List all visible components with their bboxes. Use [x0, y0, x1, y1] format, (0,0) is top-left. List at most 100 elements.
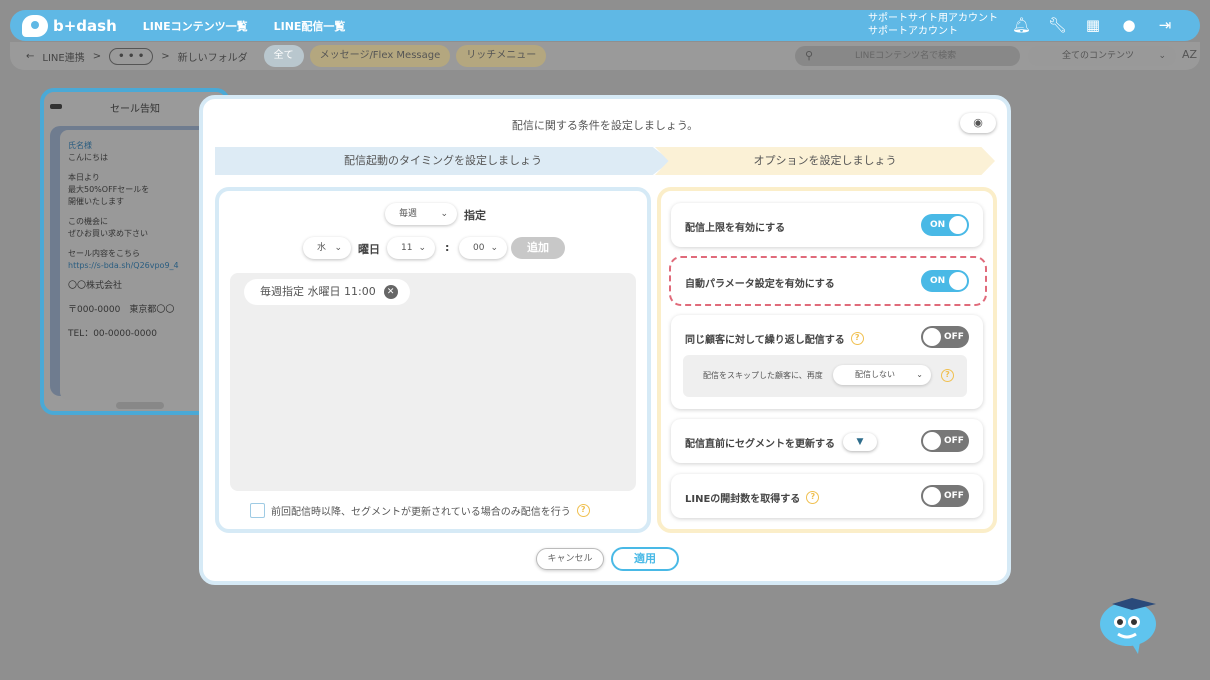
preview-line: 本日より	[68, 173, 100, 182]
chevron-down-icon: ⌄	[440, 209, 448, 219]
option-label: 配信上限を有効にする	[685, 223, 786, 234]
back-arrow-icon[interactable]: ←	[26, 51, 34, 62]
sub-toolbar: ← LINE連携 > • • • > 新しいフォルダ 全て メッセージ/Flex…	[10, 42, 1200, 70]
preview-line: TEL：00-0000-0000	[68, 329, 157, 339]
nav-line-contents[interactable]: LINEコンテンツ一覧	[143, 18, 248, 34]
breadcrumb-separator: >	[92, 50, 102, 62]
hour-value: 11	[401, 243, 413, 253]
chevron-down-icon: ⌄	[418, 243, 426, 253]
mascot-icon[interactable]	[1098, 592, 1160, 654]
tab-rich-menu[interactable]: リッチメニュー	[456, 45, 547, 67]
option-delivery-limit: 配信上限を有効にする ON	[671, 203, 983, 247]
content-filter-value: 全てのコンテンツ	[1062, 51, 1135, 61]
options-panel: 配信上限を有効にする ON 自動パラメータ設定を有効にする ON 同じ顧客に対し…	[657, 187, 997, 533]
segment-updated-checkbox[interactable]	[250, 503, 265, 518]
delivery-limit-toggle[interactable]: ON	[921, 214, 969, 236]
repeat-sub-setting: 配信をスキップした顧客に、再度 配信しない ⌄ ?	[683, 355, 967, 397]
logo-text: b+dash	[53, 16, 117, 35]
search-icon: ⚲	[805, 49, 814, 62]
hour-select[interactable]: 11 ⌄	[387, 237, 435, 259]
segment-updated-label: 前回配信時以降、セグメントが更新されている場合のみ配信を行う	[271, 507, 571, 518]
option-auto-parameter: 自動パラメータ設定を有効にする ON	[671, 260, 983, 302]
tab-message-flex[interactable]: メッセージ/Flex Message	[309, 45, 451, 67]
logout-icon[interactable]: ⇥	[1156, 16, 1174, 34]
option-repeat-delivery: 同じ顧客に対して繰り返し配信する ? OFF 配信をスキップした顧客に、再度 配…	[671, 315, 983, 409]
step-timing: 配信起動のタイミングを設定しましょう	[215, 147, 671, 175]
open-count-toggle[interactable]: OFF	[921, 485, 969, 507]
refresh-segment-toggle[interactable]: OFF	[921, 430, 969, 452]
preview-line: セール内容をこちら	[68, 249, 140, 258]
tab-all[interactable]: 全て	[263, 45, 304, 67]
frequency-select[interactable]: 毎週 ⌄	[385, 203, 457, 225]
breadcrumb: ← LINE連携 > • • • > 新しいフォルダ	[26, 47, 248, 65]
auto-parameter-toggle[interactable]: ON	[921, 270, 969, 292]
sort-az-button[interactable]: AZ	[1182, 48, 1197, 61]
repeat-delivery-toggle[interactable]: OFF	[921, 326, 969, 348]
frequency-value: 毎週	[399, 209, 418, 219]
redeliver-select[interactable]: 配信しない ⌄	[833, 365, 931, 385]
help-icon[interactable]: ?	[850, 332, 864, 345]
segment-updated-condition[interactable]: 前回配信時以降、セグメントが更新されている場合のみ配信を行う ?	[250, 503, 590, 518]
card-scroll-handle	[116, 402, 164, 409]
card-preview-bubble: 氏名様 こんにちは 本日より 最大50%OFFセールを 開催いたします この機会…	[60, 130, 218, 400]
chevron-down-icon: ⌄	[1158, 51, 1166, 61]
preview-line: ぜひお買い求め下さい	[68, 229, 148, 238]
time-colon: :	[445, 241, 450, 254]
content-filter-select[interactable]: 全てのコンテンツ ⌄	[1028, 46, 1176, 66]
minute-value: 00	[473, 243, 485, 253]
preview-line: 最大50%OFFセールを	[68, 185, 150, 194]
close-icon[interactable]: ✕	[383, 285, 398, 299]
minute-select[interactable]: 00 ⌄	[459, 237, 507, 259]
breadcrumb-line-link[interactable]: LINE連携	[42, 49, 84, 64]
header-icons: 🔔︎ 🔧︎ ▦ ● ⇥	[1012, 16, 1174, 34]
option-label: 同じ顧客に対して繰り返し配信する ?	[685, 331, 864, 346]
preview-line: 〇〇株式会社	[68, 281, 123, 291]
help-icon[interactable]: ?	[806, 491, 820, 504]
weekday-suffix: 曜日	[358, 243, 380, 256]
support-account-line2: サポートアカウント	[868, 26, 958, 37]
help-icon[interactable]: ?	[576, 504, 590, 517]
step-options: オプションを設定しましょう	[655, 147, 995, 175]
chat-icon[interactable]: ●	[1120, 16, 1138, 34]
delivery-condition-modal: 配信に関する条件を設定しましょう。 ◉ 配信起動のタイミングを設定しましょう オ…	[199, 95, 1011, 585]
preview-link: https://s-bda.sh/Q26vpo9_4	[68, 261, 179, 270]
search-placeholder: LINEコンテンツ名で検索	[855, 51, 957, 61]
option-label: 配信直前にセグメントを更新する ▼	[685, 433, 877, 451]
bell-icon[interactable]: 🔔︎	[1012, 16, 1031, 34]
chevron-down-icon: ⌄	[334, 243, 342, 253]
beginner-mark-icon[interactable]: ▼	[843, 433, 877, 451]
add-schedule-button[interactable]: 追加	[511, 237, 565, 259]
preview-line: こんにちは	[68, 153, 108, 162]
schedule-list: 毎週指定 水曜日 11:00 ✕	[230, 273, 636, 491]
timing-panel: 毎週 ⌄ 指定 水 ⌄ 曜日 11 ⌄ : 00 ⌄ 追加 毎週指定 水曜日 1…	[215, 187, 651, 533]
support-account[interactable]: サポートサイト用アカウント サポートアカウント	[868, 12, 998, 38]
repeat-sub-label: 配信をスキップした顧客に、再度	[703, 371, 823, 380]
top-header: b+dash LINEコンテンツ一覧 LINE配信一覧 サポートサイト用アカウン…	[10, 10, 1200, 41]
nav-line-deliveries[interactable]: LINE配信一覧	[274, 18, 346, 34]
frequency-suffix: 指定	[464, 209, 486, 222]
weekday-value: 水	[317, 243, 327, 253]
chevron-down-icon: ⌄	[490, 243, 498, 253]
logo[interactable]: b+dash	[22, 14, 117, 37]
preview-line: 開催いたします	[68, 197, 124, 206]
grid-icon[interactable]: ▦	[1084, 16, 1102, 34]
logo-mark-icon	[22, 14, 48, 37]
breadcrumb-current-folder: 新しいフォルダ	[177, 52, 248, 64]
chat-icon[interactable]: ◉	[960, 113, 996, 133]
cancel-button[interactable]: キャンセル	[536, 548, 604, 570]
breadcrumb-more-button[interactable]: • • •	[109, 47, 154, 65]
breadcrumb-separator: >	[161, 50, 170, 62]
modal-title: 配信に関する条件を設定しましょう。	[511, 119, 699, 132]
preview-line: この機会に	[68, 217, 108, 226]
apply-button[interactable]: 適用	[611, 547, 679, 571]
help-icon[interactable]: ?	[941, 369, 954, 382]
option-label: 自動パラメータ設定を有効にする	[685, 279, 835, 290]
search-input[interactable]: ⚲ LINEコンテンツ名で検索	[795, 46, 1020, 66]
schedule-chip: 毎週指定 水曜日 11:00 ✕	[244, 279, 410, 305]
option-open-count: LINEの開封数を取得する ? OFF	[671, 474, 983, 518]
weekday-select[interactable]: 水 ⌄	[303, 237, 351, 259]
wrench-icon[interactable]: 🔧︎	[1048, 16, 1067, 34]
chevron-down-icon: ⌄	[916, 370, 923, 379]
support-account-line1: サポートサイト用アカウント	[868, 13, 998, 24]
option-refresh-segment: 配信直前にセグメントを更新する ▼ OFF	[671, 419, 983, 463]
